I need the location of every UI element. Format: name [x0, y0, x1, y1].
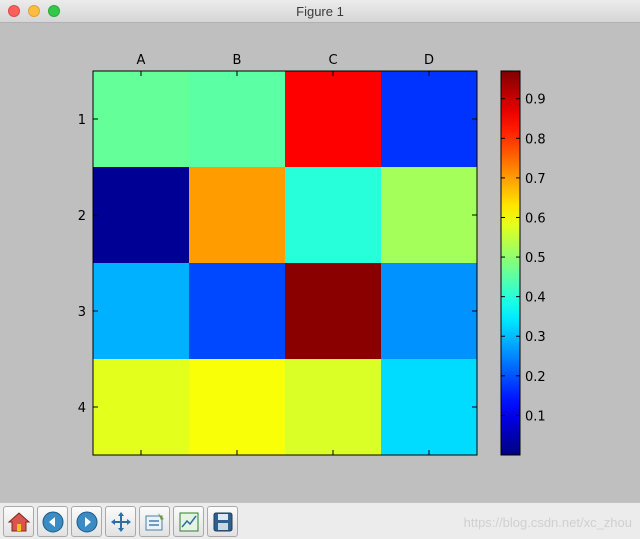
heatmap-cell-3-B: [189, 263, 286, 360]
save-button[interactable]: [207, 506, 238, 537]
pan-arrows-icon: [111, 512, 131, 532]
colorbar-tick-label: 0.9: [525, 93, 546, 108]
colorbar-tick-label: 0.1: [525, 409, 546, 424]
pan-button[interactable]: [105, 506, 136, 537]
colorbar: 0.1 0.2 0.3 0.4 0.5 0.6 0.7 0.8 0.9: [500, 70, 546, 456]
heatmap-cell-3-D: [381, 263, 478, 360]
save-disk-icon: [213, 512, 233, 532]
zoom-button[interactable]: [173, 506, 204, 537]
heatmap-cell-1-D: [381, 71, 478, 168]
watermark-text: https://blog.csdn.net/xc_zhou: [463, 515, 632, 530]
configure-subplots-button[interactable]: [139, 506, 170, 537]
heatmap-cell-4-C: [285, 359, 382, 456]
heatmap-cell-4-A: [93, 359, 190, 456]
colorbar-tick-label: 0.5: [525, 251, 546, 266]
home-icon: [7, 512, 31, 532]
colorbar-tick-label: 0.8: [525, 132, 546, 147]
home-button[interactable]: [3, 506, 34, 537]
heatmap-cell-2-D: [381, 167, 478, 264]
colorbar-tick-label: 0.4: [525, 291, 546, 306]
heatmap-cell-2-C: [285, 167, 382, 264]
x-tick-label: A: [137, 53, 146, 68]
colorbar-tick-label: 0.6: [525, 211, 546, 226]
colorbar-tick-label: 0.7: [525, 172, 546, 187]
x-tick-label: C: [328, 53, 337, 68]
window-title: Figure 1: [296, 4, 344, 19]
heatmap-cell-4-D: [381, 359, 478, 456]
y-tick-label: 3: [78, 305, 86, 320]
back-arrow-icon: [42, 511, 64, 533]
figure-canvas[interactable]: A B C D 1 2 3 4 0.1 0.2 0.3 0.4 0.5 0.6 0.7 0.8 0.9: [0, 24, 640, 502]
heatmap-cell-4-B: [189, 359, 286, 456]
title-bar: Figure 1: [0, 0, 640, 23]
colorbar-tick-label: 0.2: [525, 370, 546, 385]
forward-button[interactable]: [71, 506, 102, 537]
colorbar-gradient: [500, 70, 521, 456]
heatmap-cell-1-C: [285, 71, 382, 168]
heatmap-cell-1-A: [93, 71, 190, 168]
zoom-rect-icon: [179, 512, 199, 532]
heatmap-cells: [93, 71, 478, 456]
y-tick-label: 4: [78, 401, 86, 416]
heatmap-cell-3-C: [285, 263, 382, 360]
x-tick-label: D: [424, 53, 434, 68]
configure-icon: [145, 513, 164, 531]
heatmap-cell-3-A: [93, 263, 190, 360]
heatmap-cell-2-B: [189, 167, 286, 264]
x-tick-label: B: [233, 53, 242, 68]
y-tick-label: 2: [78, 209, 86, 224]
navigation-toolbar: https://blog.csdn.net/xc_zhou: [0, 502, 640, 539]
heatmap-chart: A B C D 1 2 3 4 0.1 0.2 0.3 0.4 0.5 0.6 0.7 0.8 0.9: [78, 53, 546, 456]
colorbar-tick-label: 0.3: [525, 330, 546, 345]
back-button[interactable]: [37, 506, 68, 537]
heatmap-cell-1-B: [189, 71, 286, 168]
y-tick-label: 1: [78, 113, 86, 128]
heatmap-cell-2-A: [93, 167, 190, 264]
forward-arrow-icon: [76, 511, 98, 533]
